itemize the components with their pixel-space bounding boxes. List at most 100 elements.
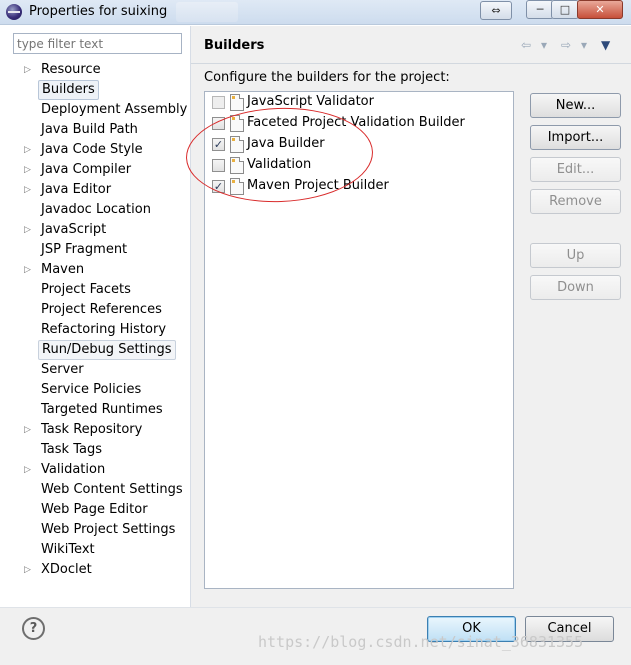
nav-item-label: Run/Debug Settings	[38, 340, 176, 360]
nav-item-label: Java Compiler	[41, 162, 132, 177]
builder-label: Maven Project Builder	[247, 178, 389, 193]
nav-item-web-content-settings[interactable]: Web Content Settings	[7, 480, 189, 500]
expand-arrow-icon[interactable]: ▷	[24, 420, 34, 440]
builder-file-icon	[230, 115, 244, 132]
minimize-button[interactable]: ─	[526, 0, 554, 19]
back-arrow-icon[interactable]: ⇦	[521, 38, 531, 52]
expand-arrow-icon[interactable]: ▷	[24, 60, 34, 80]
nav-item-javascript[interactable]: ▷ JavaScript	[7, 220, 189, 240]
nav-item-resource[interactable]: ▷ Resource	[7, 60, 189, 80]
nav-item-server[interactable]: Server	[7, 360, 189, 380]
nav-item-label: Refactoring History	[41, 322, 167, 337]
nav-item-javadoc-location[interactable]: Javadoc Location	[7, 200, 189, 220]
up-button[interactable]: Up	[530, 243, 621, 268]
forward-dropdown-icon[interactable]: ▾	[581, 38, 587, 52]
nav-item-service-policies[interactable]: Service Policies	[7, 380, 189, 400]
builder-row[interactable]: Faceted Project Validation Builder	[205, 113, 505, 133]
down-button[interactable]: Down	[530, 275, 621, 300]
nav-item-label: Web Page Editor	[41, 502, 148, 517]
nav-item-label: Server	[41, 362, 84, 377]
builder-row[interactable]: ✓ Maven Project Builder	[205, 176, 505, 196]
title-bar: Properties for suixing ⇔ ─ □ ✕	[0, 0, 631, 25]
nav-item-web-project-settings[interactable]: Web Project Settings	[7, 520, 189, 540]
expand-arrow-icon[interactable]: ▷	[24, 180, 34, 200]
checkbox-unchecked[interactable]	[212, 159, 225, 172]
new-button[interactable]: New...	[530, 93, 621, 118]
page-navigation: ⇦ ▾ ⇨ ▾ ▼	[521, 38, 621, 52]
expand-arrow-icon[interactable]: ▷	[24, 260, 34, 280]
nav-item-label: Deployment Assembly	[41, 102, 188, 117]
nav-item-label: Java Code Style	[41, 142, 143, 157]
remove-button[interactable]: Remove	[530, 189, 621, 214]
nav-item-project-references[interactable]: Project References	[7, 300, 189, 320]
window-title: Properties for suixing	[29, 4, 168, 19]
edit-button[interactable]: Edit...	[530, 157, 621, 182]
filter-input[interactable]	[13, 33, 182, 54]
builder-row[interactable]: Validation	[205, 155, 505, 175]
expand-arrow-icon[interactable]: ▷	[24, 460, 34, 480]
nav-item-wikitext[interactable]: WikiText	[7, 540, 189, 560]
nav-item-label: Web Content Settings	[41, 482, 183, 497]
nav-item-label: Project Facets	[41, 282, 131, 297]
nav-item-task-repository[interactable]: ▷ Task Repository	[7, 420, 189, 440]
nav-item-web-page-editor[interactable]: Web Page Editor	[7, 500, 189, 520]
import-button[interactable]: Import...	[530, 125, 621, 150]
builder-label: Faceted Project Validation Builder	[247, 115, 465, 130]
nav-item-label: Web Project Settings	[41, 522, 176, 537]
builder-file-icon	[230, 136, 244, 153]
forward-arrow-icon[interactable]: ⇨	[561, 38, 571, 52]
checkbox-checked[interactable]: ✓	[212, 138, 225, 151]
builder-file-icon	[230, 157, 244, 174]
nav-item-label: Resource	[41, 62, 101, 77]
nav-item-jsp-fragment[interactable]: JSP Fragment	[7, 240, 189, 260]
nav-item-java-compiler[interactable]: ▷ Java Compiler	[7, 160, 189, 180]
background-window-ghost	[176, 2, 238, 22]
checkbox-unchecked[interactable]	[212, 117, 225, 130]
nav-item-xdoclet[interactable]: ▷ XDoclet	[7, 560, 189, 580]
nav-item-run-debug-settings[interactable]: Run/Debug Settings	[7, 340, 189, 360]
nav-item-project-facets[interactable]: Project Facets	[7, 280, 189, 300]
header-divider	[191, 63, 631, 64]
nav-item-label: Builders	[38, 80, 99, 100]
expand-arrow-icon[interactable]: ▷	[24, 140, 34, 160]
nav-item-refactoring-history[interactable]: Refactoring History	[7, 320, 189, 340]
builder-label: Validation	[247, 157, 312, 172]
nav-item-label: Validation	[41, 462, 106, 477]
maximize-button[interactable]: □	[551, 0, 579, 19]
nav-item-builders[interactable]: Builders	[7, 80, 189, 100]
nav-item-label: Task Tags	[41, 442, 102, 457]
properties-navigation: ▷ Resource Builders Deployment Assembly Java…	[7, 28, 189, 608]
builder-label: JavaScript Validator	[247, 94, 374, 109]
expand-arrow-icon[interactable]: ▷	[24, 560, 34, 580]
builder-row[interactable]: ✓ Java Builder	[205, 134, 505, 154]
checkbox-checked[interactable]: ✓	[212, 180, 225, 193]
nav-item-java-code-style[interactable]: ▷ Java Code Style	[7, 140, 189, 160]
nav-item-targeted-runtimes[interactable]: Targeted Runtimes	[7, 400, 189, 420]
nav-item-java-build-path[interactable]: Java Build Path	[7, 120, 189, 140]
nav-item-maven[interactable]: ▷ Maven	[7, 260, 189, 280]
expand-arrow-icon[interactable]: ▷	[24, 220, 34, 240]
expand-arrow-icon[interactable]: ▷	[24, 160, 34, 180]
page-title: Builders	[204, 38, 265, 53]
close-button[interactable]: ✕	[577, 0, 623, 19]
nav-item-validation[interactable]: ▷ Validation	[7, 460, 189, 480]
nav-item-java-editor[interactable]: ▷ Java Editor	[7, 180, 189, 200]
nav-item-label: Task Repository	[41, 422, 143, 437]
nav-item-label: Javadoc Location	[41, 202, 151, 217]
builders-list[interactable]: JavaScript Validator Faceted Project Vali…	[204, 91, 514, 589]
swap-icon-button[interactable]: ⇔	[480, 1, 512, 20]
view-menu-icon[interactable]: ▼	[601, 38, 610, 52]
watermark: https://blog.csdn.net/sinat_36831355	[258, 633, 584, 651]
nav-item-deployment-assembly[interactable]: Deployment Assembly	[7, 100, 189, 120]
builder-row[interactable]: JavaScript Validator	[205, 92, 505, 112]
back-dropdown-icon[interactable]: ▾	[541, 38, 547, 52]
nav-item-label: Maven	[41, 262, 85, 277]
nav-item-label: Service Policies	[41, 382, 142, 397]
nav-item-label: Java Build Path	[41, 122, 138, 137]
checkbox-unchecked[interactable]	[212, 96, 225, 109]
builders-page: Builders ⇦ ▾ ⇨ ▾ ▼ Configure the builder…	[191, 26, 631, 607]
nav-item-label: WikiText	[41, 542, 95, 557]
nav-item-task-tags[interactable]: Task Tags	[7, 440, 189, 460]
help-icon[interactable]: ?	[22, 617, 45, 640]
property-page-tree: ▷ Resource Builders Deployment Assembly Java…	[7, 60, 189, 580]
